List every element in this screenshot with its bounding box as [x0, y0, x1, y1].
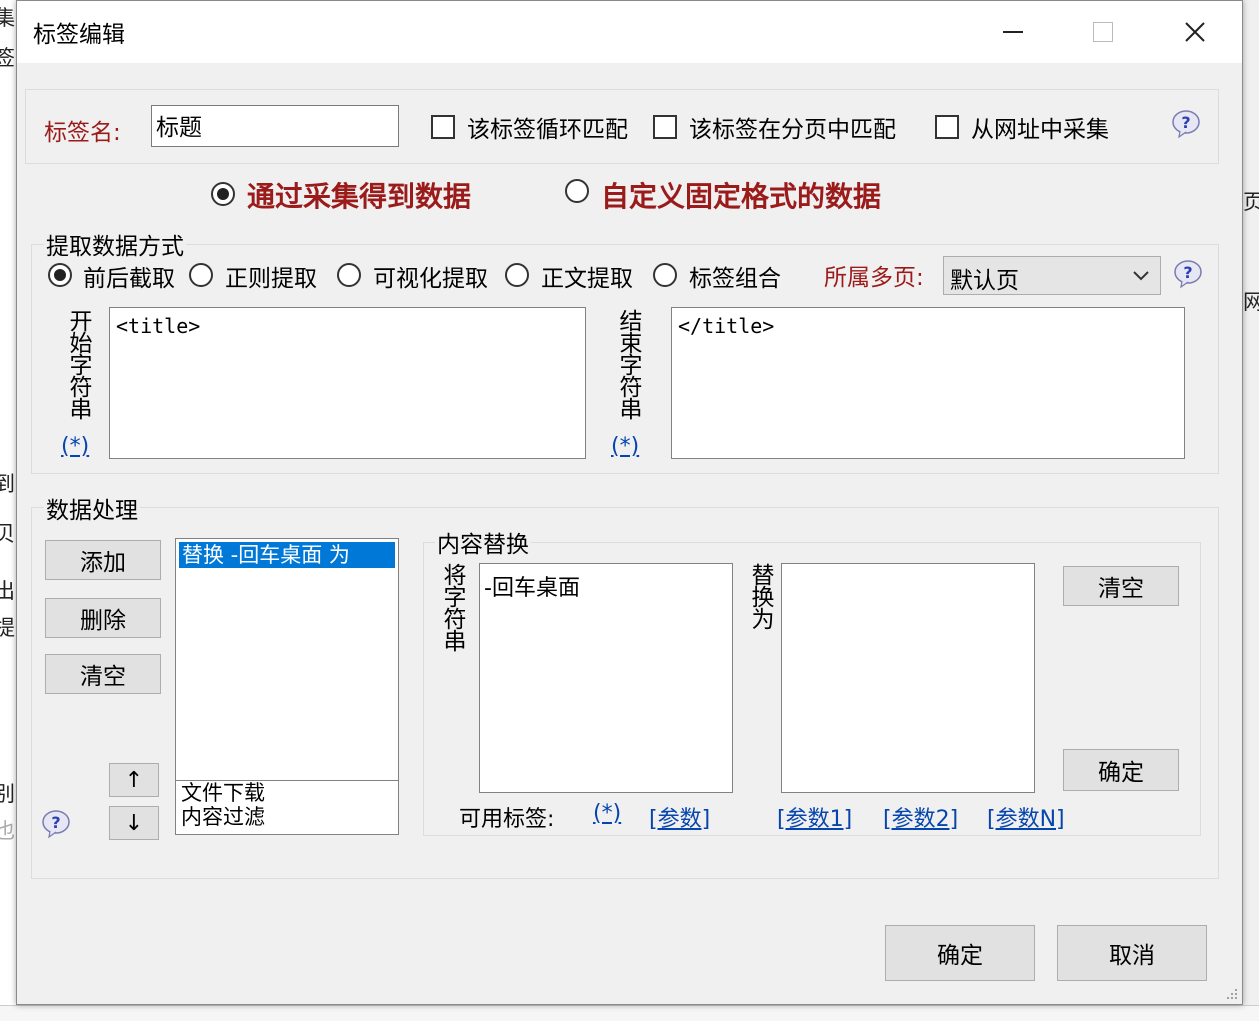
- start-string-textarea[interactable]: <title>: [109, 307, 586, 459]
- loop-match-checkbox[interactable]: [431, 115, 455, 139]
- help-icon[interactable]: ?: [1171, 109, 1201, 139]
- background-text: 到: [0, 472, 15, 496]
- background-text: 别: [0, 782, 15, 806]
- options-list[interactable]: 文件下载 内容过滤: [175, 780, 399, 835]
- extract-method-group-label: 提取数据方式: [44, 227, 186, 261]
- help-icon[interactable]: ?: [1173, 259, 1203, 289]
- background-text: 提: [0, 616, 15, 640]
- minimize-icon: [1003, 31, 1023, 33]
- tag-link-param[interactable]: [参数]: [649, 801, 710, 833]
- help-icon[interactable]: ?: [41, 809, 71, 839]
- find-string-textarea[interactable]: -回车桌面: [479, 563, 733, 793]
- url-collect-label: 从网址中采集: [971, 117, 1109, 143]
- background-text: 页: [1243, 190, 1259, 214]
- background-text: 网: [1243, 290, 1259, 314]
- maximize-icon: [1093, 22, 1113, 42]
- up-arrow-icon: ↑: [124, 767, 144, 793]
- delete-rule-button[interactable]: 删除: [45, 598, 161, 638]
- option-list-item[interactable]: 内容过滤: [181, 805, 393, 829]
- rule-list-item[interactable]: 替换 -回车桌面 为: [179, 542, 395, 568]
- method-label: 正文提取: [541, 266, 633, 292]
- move-up-button[interactable]: ↑: [109, 763, 159, 797]
- tag-name-input[interactable]: 标题: [151, 105, 399, 147]
- tag-name-value: 标题: [156, 115, 202, 141]
- replace-with-label: 替换为: [747, 563, 773, 629]
- mode-fixed-radio[interactable]: [565, 179, 589, 203]
- method-radio-regex[interactable]: [189, 263, 213, 287]
- method-label: 可视化提取: [373, 266, 488, 292]
- url-collect-checkbox[interactable]: [935, 115, 959, 139]
- end-string-label: 结束字符串: [615, 309, 641, 419]
- method-radio-combine[interactable]: [653, 263, 677, 287]
- processing-group-label: 数据处理: [44, 491, 140, 525]
- close-icon: [1185, 22, 1205, 42]
- ok-button[interactable]: 确定: [885, 925, 1035, 981]
- option-list-item[interactable]: 文件下载: [181, 781, 393, 805]
- close-button[interactable]: [1149, 1, 1241, 63]
- replace-with-label-text: 替换为: [747, 563, 773, 629]
- tag-link-wildcard[interactable]: (*): [593, 801, 621, 826]
- start-string-label: 开始字符串: [65, 309, 91, 419]
- replace-with-textarea[interactable]: [781, 563, 1035, 793]
- page-select-value: 默认页: [950, 268, 1019, 294]
- find-string-label: 将字符串: [439, 563, 465, 651]
- down-arrow-icon: ↓: [124, 810, 144, 836]
- start-string-value: <title>: [116, 314, 201, 338]
- tag-name-label: 标签名:: [44, 120, 121, 146]
- background-bottom-strip: [0, 1005, 1259, 1021]
- background-text: 也: [0, 819, 15, 843]
- minimize-button[interactable]: [967, 1, 1059, 63]
- tag-link-param1[interactable]: [参数1]: [777, 801, 852, 833]
- start-string-wildcard-link[interactable]: (*): [61, 434, 89, 459]
- method-label: 前后截取: [83, 266, 175, 292]
- method-label: 正则提取: [225, 266, 317, 292]
- background-text: 出: [0, 579, 15, 603]
- window-title: 标签编辑: [33, 22, 125, 48]
- maximize-button[interactable]: [1057, 1, 1149, 63]
- method-radio-body[interactable]: [505, 263, 529, 287]
- svg-text:?: ?: [51, 813, 60, 832]
- method-label: 标签组合: [689, 266, 781, 292]
- svg-text:?: ?: [1181, 113, 1190, 132]
- tag-edit-dialog: 标签编辑 标签名: 标题 该标签循环匹配 该标签在分页中匹配 从网址中采集 ? …: [16, 0, 1243, 1005]
- rule-list-item-text: 替换 -回车桌面 为: [182, 543, 350, 567]
- paging-match-checkbox[interactable]: [653, 115, 677, 139]
- paging-match-label: 该标签在分页中匹配: [689, 117, 896, 143]
- page-select[interactable]: 默认页: [943, 256, 1161, 295]
- tag-link-paramN[interactable]: [参数N]: [987, 801, 1065, 833]
- mode-collect-radio[interactable]: [211, 182, 235, 206]
- title-bar: 标签编辑: [17, 1, 1242, 63]
- find-string-value: -回车桌面: [484, 576, 580, 601]
- background-right-fragments: 页 网: [1243, 0, 1259, 1021]
- method-radio-visual[interactable]: [337, 263, 361, 287]
- background-left-fragments: 集I 签 到 贝 出 提 别 也: [0, 0, 16, 1021]
- loop-match-label: 该标签循环匹配: [467, 117, 628, 143]
- end-string-wildcard-link[interactable]: (*): [611, 434, 639, 459]
- method-radio-before-after[interactable]: [48, 263, 72, 287]
- chevron-down-icon: [1133, 271, 1149, 281]
- rules-list[interactable]: 替换 -回车桌面 为: [175, 538, 399, 782]
- end-string-value: </title>: [678, 314, 775, 338]
- end-string-label-text: 结束字符串: [615, 309, 641, 419]
- available-tags-label: 可用标签:: [459, 807, 555, 832]
- end-string-textarea[interactable]: </title>: [671, 307, 1185, 459]
- svg-text:?: ?: [1183, 263, 1192, 282]
- background-text: 贝: [0, 522, 15, 546]
- mode-collect-label: 通过采集得到数据: [247, 180, 472, 213]
- background-text: 签: [0, 46, 15, 70]
- page-select-label: 所属多页:: [824, 265, 924, 291]
- move-down-button[interactable]: ↓: [109, 806, 159, 840]
- start-string-label-text: 开始字符串: [65, 309, 91, 419]
- tag-link-param2[interactable]: [参数2]: [883, 801, 958, 833]
- find-string-label-text: 将字符串: [439, 563, 465, 651]
- clear-rules-button[interactable]: 清空: [45, 654, 161, 694]
- confirm-replace-button[interactable]: 确定: [1063, 749, 1179, 791]
- add-rule-button[interactable]: 添加: [45, 540, 161, 580]
- resize-grip-icon[interactable]: [1223, 985, 1239, 1001]
- mode-fixed-label: 自定义固定格式的数据: [601, 180, 882, 213]
- cancel-button[interactable]: 取消: [1057, 925, 1207, 981]
- content-replace-group-label: 内容替换: [435, 525, 531, 559]
- clear-replace-button[interactable]: 清空: [1063, 566, 1179, 606]
